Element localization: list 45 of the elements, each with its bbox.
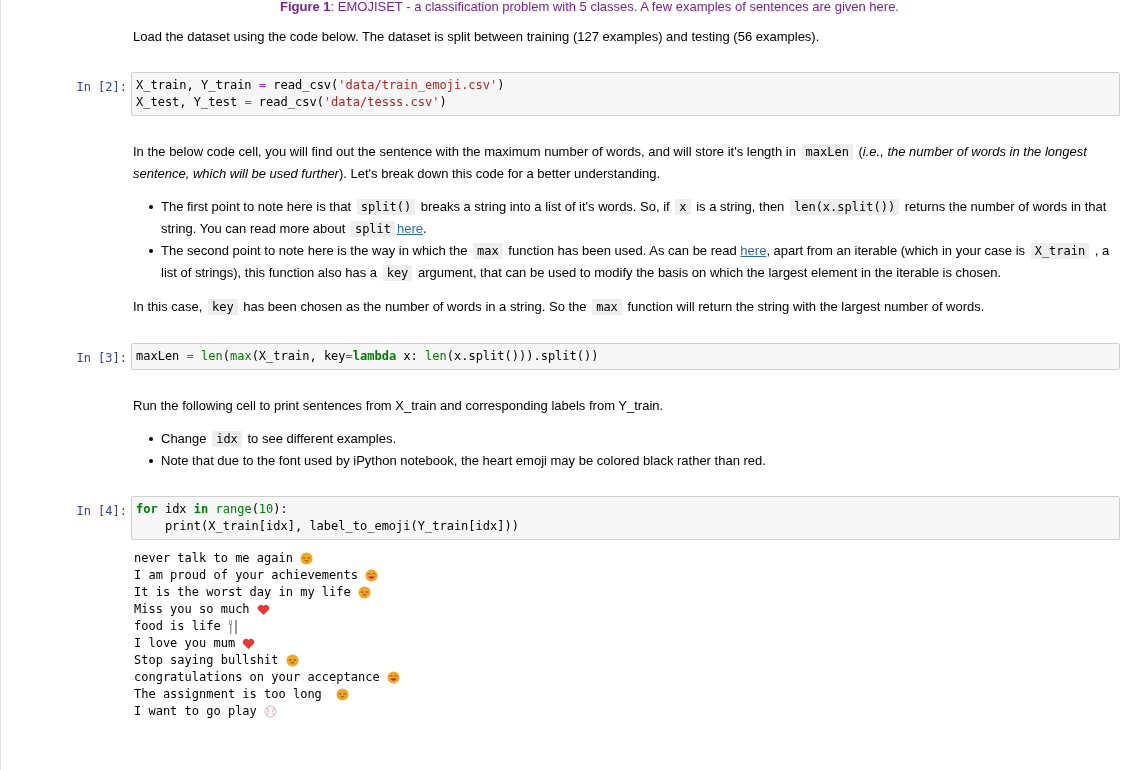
paragraph: Load the dataset using the code below. The dataset is split between training (127 examples) and testing (56 examples).: [133, 28, 821, 46]
paragraph: In this case, key has been chosen as the number of words in a string. So the max function will return the string with the largest number of words.: [133, 298, 986, 317]
list-item-text: The second point to note here is the way in which the max function has been used. As can be read here, apart from an iterable (which in your case is X_train , a list of strings), this function also has a key argument, that can be used to modify the basis on which the largest element in the iterable is chosen.: [161, 242, 1111, 283]
emoji-icon: [285, 654, 299, 667]
code-line: for idx in range(10):: [136, 501, 288, 518]
output-line: never talk to me again: [134, 550, 294, 567]
cell-prompt: In [3]:: [75, 350, 128, 367]
paragraph: In the below code cell, you will find out the sentence with the maximum number of words, and will store it's length in maxLen (i.e., the number of words in the longest sentence, which will be used further). Let's break down this code for a better understanding.: [133, 143, 1089, 183]
bullet-icon: [149, 459, 153, 463]
code-line: X_test, Y_test = read_csv('data/tesss.csv'): [136, 94, 447, 111]
baseball-icon: [264, 705, 278, 718]
bullet-icon: [149, 205, 153, 209]
output-line: I am proud of your achievements: [134, 567, 359, 584]
output-line: Stop saying bullshit: [134, 652, 280, 669]
link[interactable]: here: [397, 221, 424, 236]
fork-and-knife-icon: [227, 619, 238, 634]
emoji-icon: [336, 688, 350, 701]
cell-prompt: In [4]:: [75, 503, 128, 520]
code-input[interactable]: X_train, Y_train = read_csv('data/train_emoji.csv') X_test, Y_test = read_csv('data/tesss.csv'): [131, 72, 1120, 116]
code-line: maxLen = len(max(X_train, key=lambda x: len(x.split())).split()): [136, 348, 599, 365]
output-line: The assignment is too long: [134, 686, 323, 703]
list-item-text: Change idx to see different examples.: [161, 430, 397, 449]
heart-icon: [256, 603, 270, 616]
emoji-icon: [365, 569, 379, 582]
list-item-text: The first point to note here is that split() breaks a string into a list of it's words. So, if x is a string, then len(x.split()) returns the number of words in that string. You can read more about split here.: [161, 198, 1108, 239]
figure-caption: Figure 1: EMOJISET - a classification problem with 5 classes. A few examples of sentences are given here.: [279, 0, 900, 14]
output-line: It is the worst day in my life: [134, 584, 352, 601]
code-line: print(X_train[idx], label_to_emoji(Y_train[idx])): [163, 518, 519, 535]
emoji-icon: [300, 552, 314, 565]
code-input[interactable]: for idx in range(10): print(X_train[idx], label_to_emoji(Y_train[idx])): [131, 496, 1120, 540]
code-input[interactable]: maxLen = len(max(X_train, key=lambda x: len(x.split())).split()): [131, 343, 1120, 370]
heart-icon: [242, 637, 256, 650]
list-item-text: Note that due to the font used by iPython notebook, the heart emoji may be colored black rather than red.: [161, 452, 766, 470]
output-line: I want to go play: [134, 703, 258, 720]
paragraph: Run the following cell to print sentences from X_train and corresponding labels from Y_train.: [133, 397, 665, 415]
output-line: food is life: [134, 618, 222, 635]
cell-prompt: In [2]:: [75, 79, 128, 96]
emoji-icon: [386, 671, 400, 684]
output-line: Miss you so much: [134, 601, 251, 618]
emoji-icon: [357, 586, 371, 599]
bullet-icon: [149, 249, 153, 253]
bullet-icon: [149, 437, 153, 441]
output-line: I love you mum: [134, 635, 237, 652]
output-line: congratulations on your acceptance: [134, 669, 381, 686]
code-line: X_train, Y_train = read_csv('data/train_emoji.csv'): [136, 77, 505, 94]
